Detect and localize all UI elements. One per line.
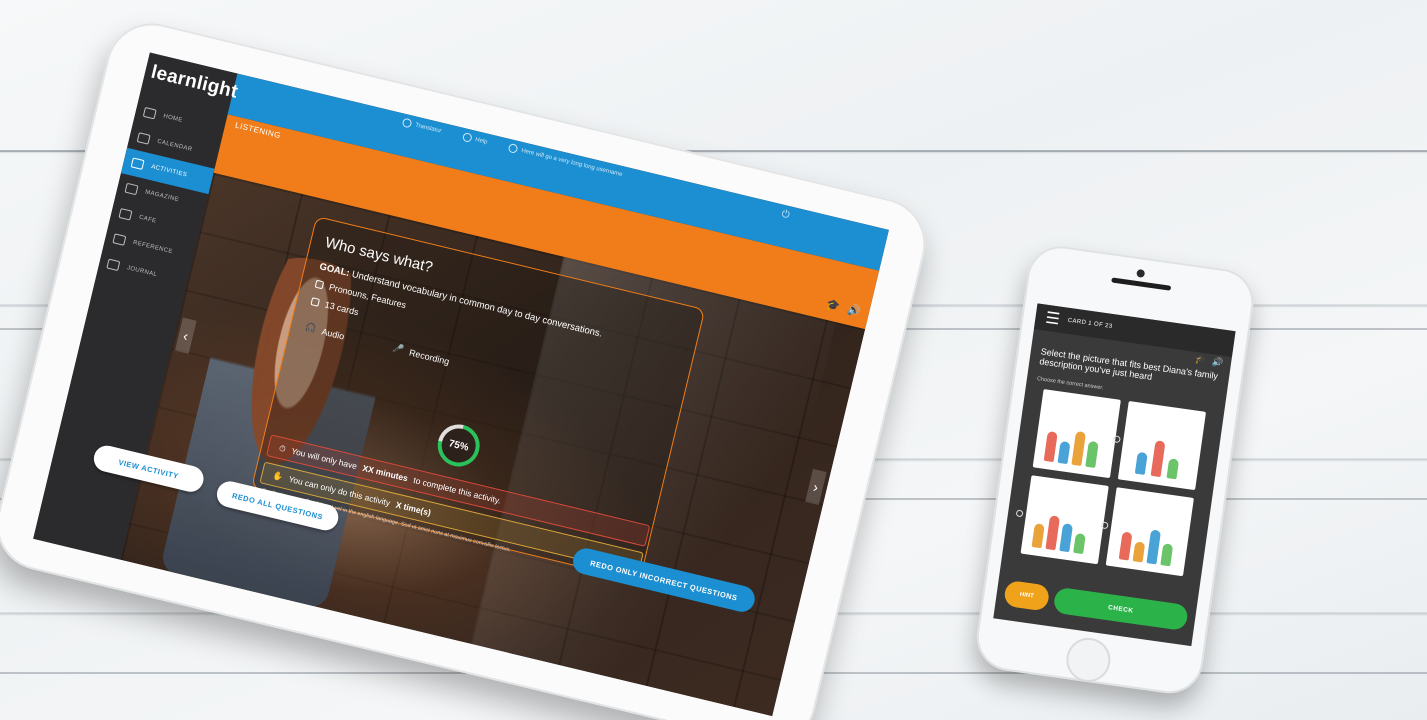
- family-figure: [1146, 529, 1162, 565]
- graduation-cap-icon[interactable]: 🎓: [825, 298, 841, 314]
- family-figure: [1134, 451, 1148, 475]
- radio-button[interactable]: [1100, 521, 1109, 530]
- speaker-icon[interactable]: 🔊: [1211, 356, 1224, 368]
- phone-screen: ☰ CARD 1 OF 23 🎓 🔊 Select the picture th…: [993, 303, 1236, 647]
- cards-icon: [310, 297, 321, 307]
- answer-option[interactable]: [1112, 401, 1207, 491]
- header-icons: 🎓 🔊: [825, 298, 862, 319]
- headphones-icon: 🎧: [304, 321, 318, 334]
- family-figure: [1166, 458, 1180, 480]
- radio-button[interactable]: [1112, 435, 1121, 444]
- menu-icon[interactable]: ☰: [1044, 308, 1061, 330]
- recording-label: Recording: [408, 346, 451, 367]
- family-figure: [1150, 440, 1166, 478]
- warning-text-bold: XX minutes: [361, 462, 409, 484]
- goal-label: GOAL:: [318, 261, 351, 280]
- check-button[interactable]: CHECK: [1052, 586, 1189, 632]
- phone-device: ☰ CARD 1 OF 23 🎓 🔊 Select the picture th…: [972, 242, 1258, 698]
- journal-icon: [106, 258, 121, 272]
- family-figure: [1059, 523, 1074, 553]
- clock-icon: ⏱: [278, 442, 287, 454]
- help-icon: [461, 131, 473, 143]
- translator-icon: [401, 117, 413, 129]
- card-counter: CARD 1 OF 23: [1067, 317, 1113, 330]
- sidebar-item-label: CAFE: [138, 214, 157, 225]
- radio-button[interactable]: [1015, 509, 1024, 518]
- family-figure: [1085, 440, 1099, 468]
- recording-row: 🎤 Recording: [391, 342, 451, 367]
- family-figure: [1073, 532, 1086, 555]
- family-figure: [1045, 515, 1061, 551]
- answer-option[interactable]: [1032, 389, 1121, 479]
- activities-icon: [130, 157, 145, 170]
- family-figure: [1160, 543, 1174, 567]
- thumbs-down-icon: ✋: [271, 469, 285, 482]
- help-label: Help: [474, 136, 489, 146]
- home-button[interactable]: [1063, 635, 1114, 685]
- family-figure: [1132, 541, 1146, 563]
- tag-icon: [314, 279, 325, 290]
- answer-grid: [1015, 389, 1207, 577]
- phone-header-icons: 🎓 🔊: [1194, 354, 1224, 369]
- cards-count: 13 cards: [323, 299, 360, 318]
- audio-row: 🎧 Audio: [304, 321, 346, 341]
- sidebar-item-label: HOME: [162, 113, 184, 124]
- progress-ring: 75%: [433, 420, 485, 471]
- tablet-screen: learnlight Translator Help Here will go …: [33, 52, 889, 717]
- family-figure: [1043, 431, 1058, 463]
- family-figure: [1057, 440, 1071, 465]
- hint-button[interactable]: HINT: [1003, 579, 1051, 612]
- family-figure: [1118, 531, 1133, 561]
- magazine-icon: [124, 182, 139, 196]
- family-figure: [1071, 430, 1087, 467]
- answer-option[interactable]: [1015, 475, 1109, 565]
- audio-label: Audio: [320, 325, 346, 342]
- book-icon: [112, 233, 127, 246]
- home-icon: [142, 106, 157, 120]
- warning-text-pre: You will only have: [290, 445, 359, 472]
- sidebar-item-label: CALENDAR: [156, 138, 193, 153]
- sidebar-item-label: JOURNAL: [126, 265, 158, 279]
- answer-option[interactable]: [1100, 487, 1194, 577]
- microphone-icon: 🎤: [391, 342, 405, 355]
- sidebar-item-label: ACTIVITIES: [150, 164, 188, 179]
- camera: [1136, 268, 1146, 278]
- family-figure: [1031, 523, 1045, 549]
- sidebar-item-label: MAGAZINE: [144, 189, 180, 204]
- speaker-grille: [1111, 277, 1172, 291]
- tablet-device: learnlight Translator Help Here will go …: [0, 14, 935, 720]
- sidebar-item-label: REFERENCE: [132, 239, 174, 256]
- cafe-icon: [118, 208, 133, 221]
- cards-row: 13 cards: [310, 296, 360, 317]
- speaker-icon[interactable]: 🔊: [846, 303, 862, 319]
- calendar-icon: [136, 132, 151, 145]
- progress-value: 75%: [438, 424, 480, 466]
- attempts-text-bold: X time(s): [394, 499, 432, 518]
- graduation-cap-icon[interactable]: 🎓: [1194, 354, 1207, 366]
- user-icon: [507, 143, 519, 154]
